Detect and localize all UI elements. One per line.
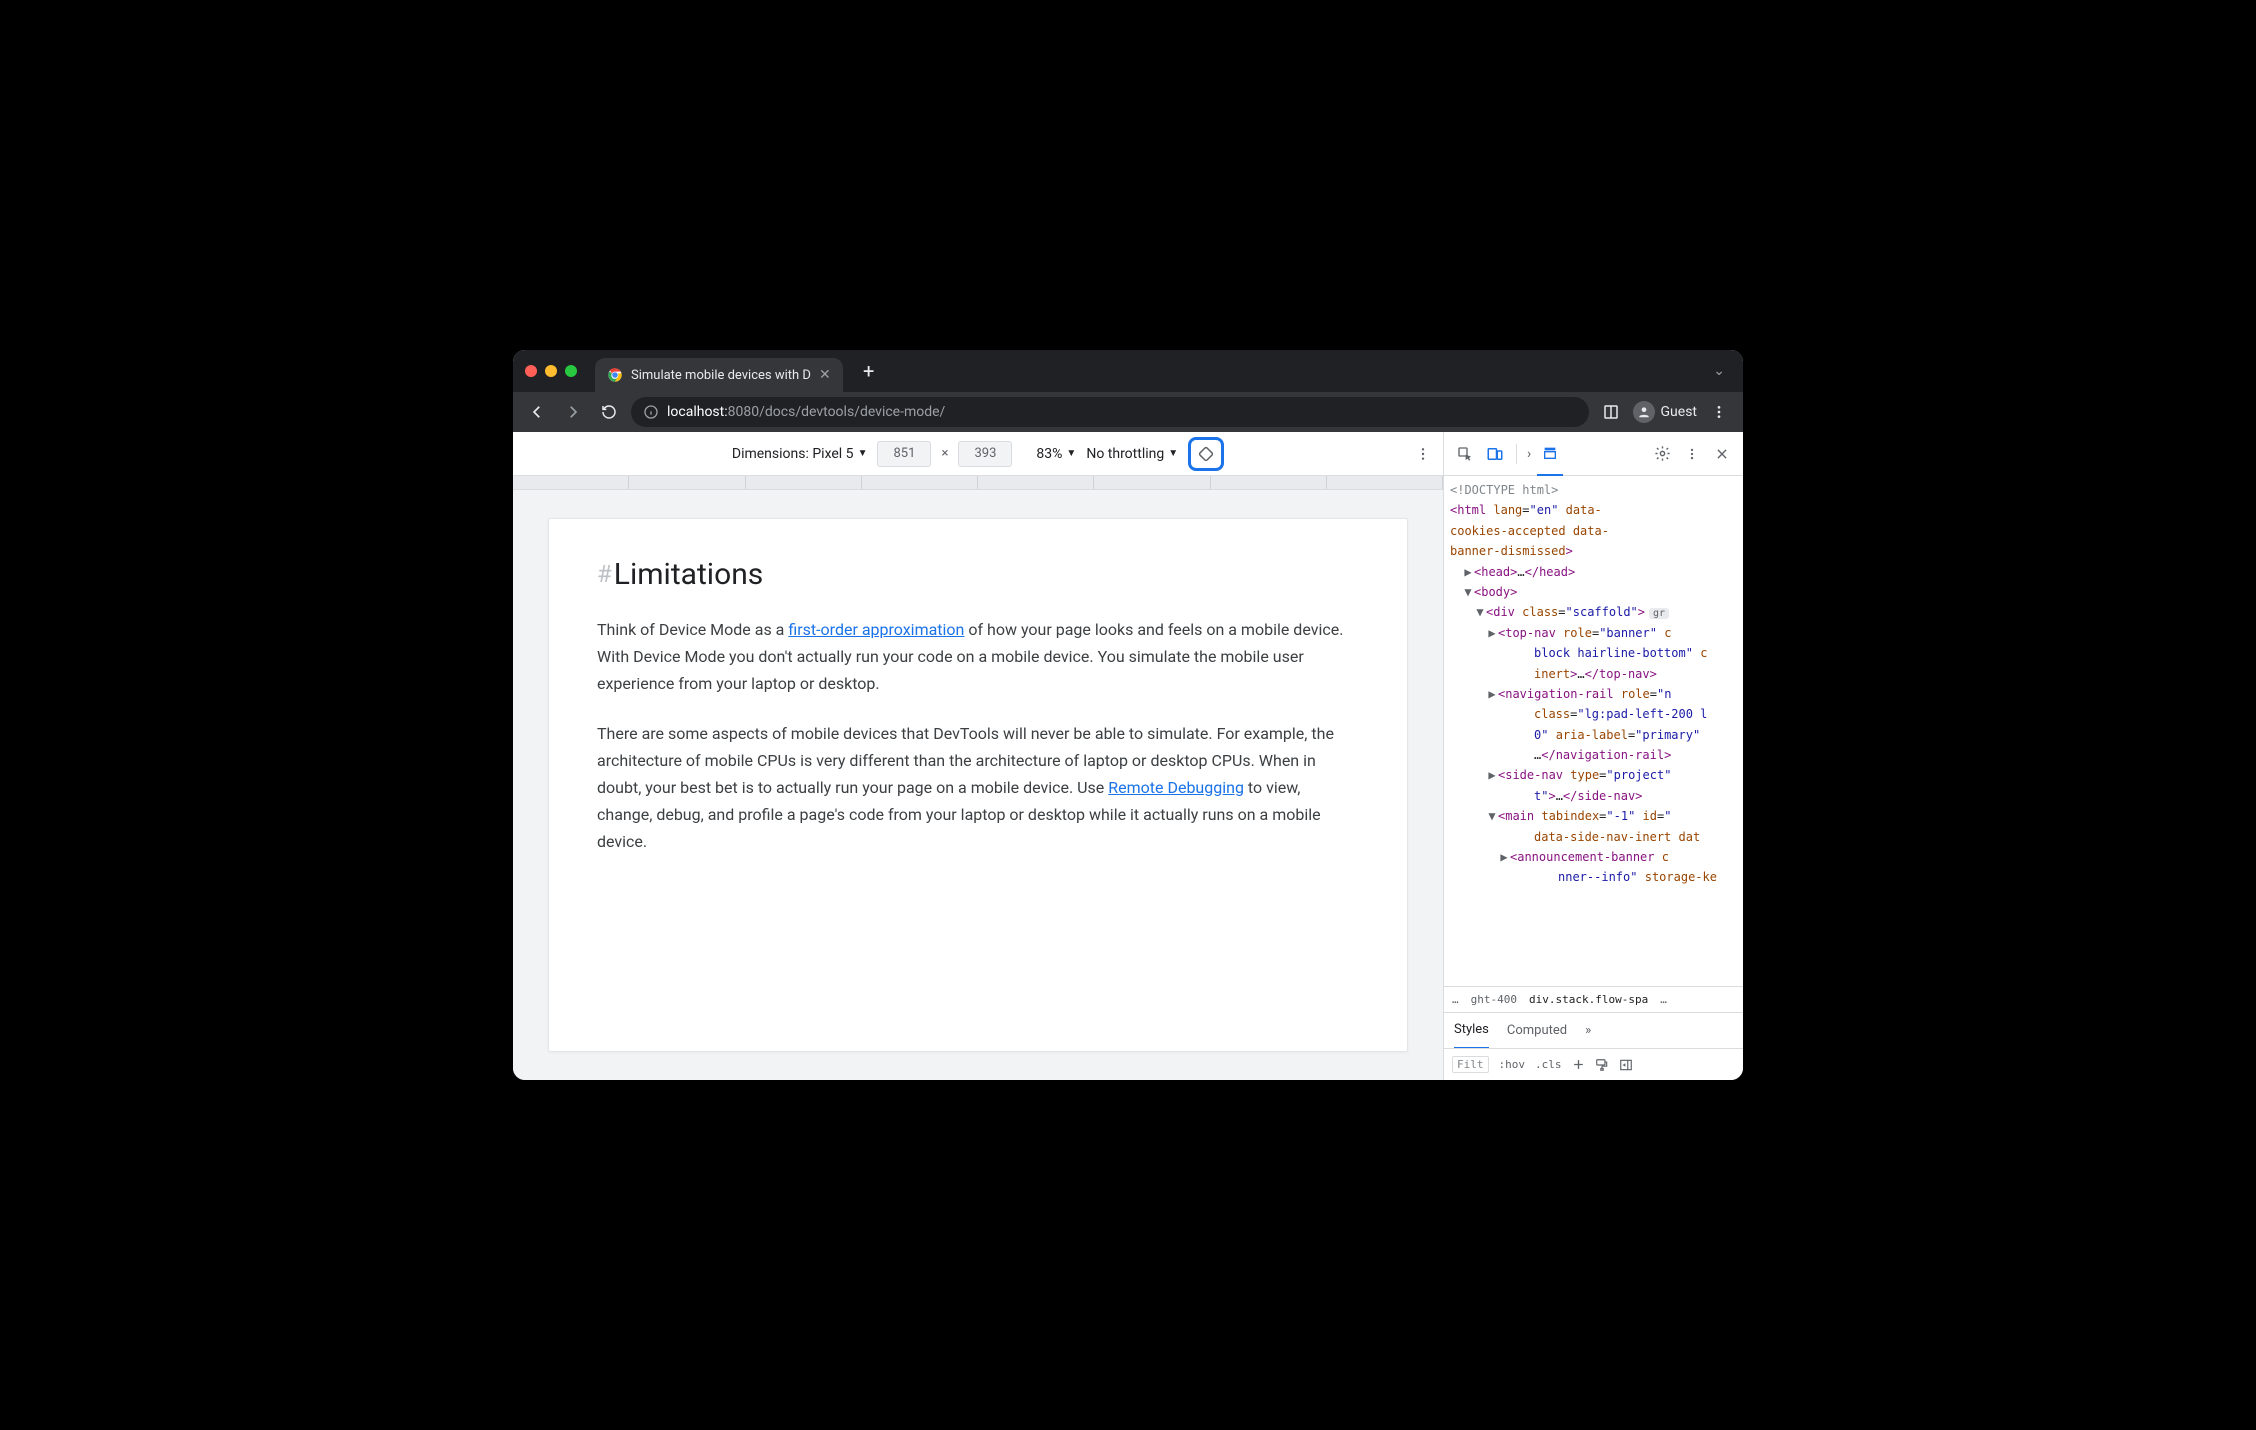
times-symbol: × <box>941 446 948 461</box>
devtools-settings-icon[interactable] <box>1649 441 1675 467</box>
tab-title: Simulate mobile devices with D <box>631 368 811 383</box>
profile-label: Guest <box>1661 404 1697 420</box>
page-heading: #Limitations <box>597 557 1359 592</box>
site-info-icon[interactable] <box>643 404 659 420</box>
scaffold-line[interactable]: ▼<div class="scaffold">gr <box>1450 602 1737 622</box>
breadcrumb-seg-1[interactable]: ght-400 <box>1471 993 1517 1006</box>
throttling-label: No throttling <box>1086 446 1164 462</box>
paragraph-1: Think of Device Mode as a first-order ap… <box>597 616 1359 698</box>
first-order-link[interactable]: first-order approximation <box>788 620 964 639</box>
browser-window: Simulate mobile devices with D ✕ + ⌄ loc… <box>513 350 1743 1080</box>
new-style-rule-icon[interactable] <box>1572 1058 1585 1071</box>
devtools-pane: › <!DOCTYPE html> <html lang="en" data-c… <box>1443 432 1743 1080</box>
close-tab-icon[interactable]: ✕ <box>819 367 831 383</box>
content-area: Dimensions: Pixel 5 ▼ 851 × 393 83% ▼ No… <box>513 432 1743 1080</box>
announce-line[interactable]: ▶<announcement-banner cnner--info" stora… <box>1450 847 1737 888</box>
zoom-label: 83% <box>1036 446 1062 462</box>
tab-bar: Simulate mobile devices with D ✕ + ⌄ <box>513 350 1743 392</box>
forward-button[interactable] <box>559 398 587 426</box>
new-tab-button[interactable]: + <box>855 357 883 385</box>
computed-tab[interactable]: Computed <box>1507 1023 1567 1038</box>
dom-tree[interactable]: <!DOCTYPE html> <html lang="en" data-coo… <box>1444 476 1743 986</box>
breadcrumb-seg-2[interactable]: div.stack.flow-spa <box>1529 993 1648 1006</box>
address-bar: localhost:8080/docs/devtools/device-mode… <box>513 392 1743 432</box>
panel-nav-prev-icon[interactable]: › <box>1527 446 1531 462</box>
chrome-menu-icon[interactable] <box>1705 398 1733 426</box>
remote-debugging-link[interactable]: Remote Debugging <box>1108 778 1244 797</box>
html-open-line: <html lang="en" data-cookies-accepted da… <box>1450 500 1737 561</box>
rotate-button[interactable] <box>1188 437 1224 471</box>
back-button[interactable] <box>523 398 551 426</box>
zoom-dropdown[interactable]: 83% ▼ <box>1036 446 1076 462</box>
navrail-line[interactable]: ▶<navigation-rail role="nclass="lg:pad-l… <box>1450 684 1737 766</box>
chevron-down-icon: ▼ <box>1168 448 1178 459</box>
elements-tab[interactable] <box>1537 432 1563 476</box>
chrome-favicon-icon <box>607 367 623 383</box>
breakpoint-ruler[interactable] <box>513 476 1443 490</box>
tabs-menu-icon[interactable]: ⌄ <box>1713 363 1725 379</box>
anchor-hash-icon[interactable]: # <box>597 560 612 588</box>
url-field[interactable]: localhost:8080/docs/devtools/device-mode… <box>631 397 1589 427</box>
styles-paint-icon[interactable] <box>1595 1058 1609 1072</box>
styles-tabs: Styles Computed » <box>1444 1012 1743 1048</box>
browser-tab[interactable]: Simulate mobile devices with D ✕ <box>595 358 843 392</box>
page-content: #Limitations Think of Device Mode as a f… <box>548 518 1408 1052</box>
device-toolbar: Dimensions: Pixel 5 ▼ 851 × 393 83% ▼ No… <box>513 432 1443 476</box>
toggle-device-icon[interactable] <box>1482 441 1508 467</box>
sidenav-line[interactable]: ▶<side-nav type="project"t">…</side-nav> <box>1450 765 1737 806</box>
chevron-down-icon: ▼ <box>1066 448 1076 459</box>
paragraph-2: There are some aspects of mobile devices… <box>597 720 1359 856</box>
styles-filter-row: Filt :hov .cls <box>1444 1048 1743 1080</box>
inspect-element-icon[interactable] <box>1452 441 1478 467</box>
width-input[interactable]: 851 <box>877 441 931 467</box>
profile-chip[interactable]: Guest <box>1633 401 1697 423</box>
devtools-menu-icon[interactable] <box>1679 441 1705 467</box>
hov-toggle[interactable]: :hov <box>1499 1058 1526 1071</box>
dimensions-label: Dimensions: Pixel 5 <box>732 446 854 462</box>
doctype-line: <!DOCTYPE html> <box>1450 480 1737 500</box>
breadcrumb-trunc-left: … <box>1452 993 1459 1006</box>
topnav-line[interactable]: ▶<top-nav role="banner" cblock hairline-… <box>1450 623 1737 684</box>
chevron-down-icon: ▼ <box>858 448 868 459</box>
viewport: #Limitations Think of Device Mode as a f… <box>513 490 1443 1080</box>
head-line[interactable]: ▶<head>…</head> <box>1450 562 1737 582</box>
fullscreen-window-button[interactable] <box>565 365 577 377</box>
height-input[interactable]: 393 <box>958 441 1012 467</box>
device-toolbar-menu-icon[interactable] <box>1415 446 1431 462</box>
page-pane: Dimensions: Pixel 5 ▼ 851 × 393 83% ▼ No… <box>513 432 1443 1080</box>
breadcrumb-trunc-right: … <box>1660 993 1667 1006</box>
dimensions-dropdown[interactable]: Dimensions: Pixel 5 ▼ <box>732 446 868 462</box>
cls-toggle[interactable]: .cls <box>1535 1058 1562 1071</box>
devtools-toolbar: › <box>1444 432 1743 476</box>
minimize-window-button[interactable] <box>545 365 557 377</box>
close-window-button[interactable] <box>525 365 537 377</box>
avatar-icon <box>1633 401 1655 423</box>
reader-mode-icon[interactable] <box>1597 398 1625 426</box>
styles-filter-input[interactable]: Filt <box>1452 1056 1489 1073</box>
styles-tab[interactable]: Styles <box>1454 1013 1489 1049</box>
throttling-dropdown[interactable]: No throttling ▼ <box>1086 446 1178 462</box>
reload-button[interactable] <box>595 398 623 426</box>
window-controls <box>525 365 577 377</box>
toggle-sidebar-icon[interactable] <box>1619 1058 1633 1072</box>
main-line[interactable]: ▼<main tabindex="-1" id="data-side-nav-i… <box>1450 806 1737 847</box>
close-devtools-icon[interactable] <box>1709 441 1735 467</box>
dom-breadcrumbs[interactable]: … ght-400 div.stack.flow-spa … <box>1444 986 1743 1012</box>
body-line[interactable]: ▼<body> <box>1450 582 1737 602</box>
more-tabs-icon[interactable]: » <box>1585 1023 1591 1038</box>
url-text: localhost:8080/docs/devtools/device-mode… <box>667 404 945 420</box>
